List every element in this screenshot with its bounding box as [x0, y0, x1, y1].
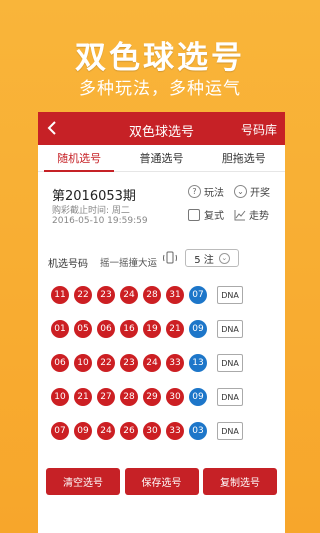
red-ball: 31 [166, 286, 184, 304]
dna-button[interactable]: DNA [217, 422, 243, 440]
app-screen: 双色球选号 号码库 随机选号 普通选号 胆拖选号 第2016053期 购彩截止时… [38, 112, 285, 533]
tab-banker-pick[interactable]: 胆拖选号 [203, 145, 285, 171]
question-icon: ? [188, 185, 201, 198]
red-ball: 22 [97, 354, 115, 372]
chevron-down-icon: ⌄ [218, 252, 230, 264]
deadline-time: 2016-05-10 19:59:59 [52, 216, 148, 226]
bet-count-select[interactable]: 5 注 ⌄ [185, 249, 239, 267]
results-label: 开奖 [250, 188, 270, 199]
red-ball: 33 [166, 354, 184, 372]
draw-info: 第2016053期 购彩截止时间: 周二 2016-05-10 19:59:59… [38, 172, 285, 236]
red-ball: 28 [120, 388, 138, 406]
red-ball: 16 [120, 320, 138, 338]
shake-phone-icon[interactable] [162, 250, 178, 266]
chevron-down-icon: ⌄ [234, 185, 247, 198]
red-ball: 30 [166, 388, 184, 406]
tab-normal-pick[interactable]: 普通选号 [120, 145, 202, 171]
red-ball: 10 [74, 354, 92, 372]
dna-button[interactable]: DNA [217, 388, 243, 406]
red-ball: 30 [143, 422, 161, 440]
red-ball: 07 [51, 422, 69, 440]
clear-picks-button[interactable]: 清空选号 [46, 468, 120, 495]
red-ball: 21 [74, 388, 92, 406]
title-bar: 双色球选号 号码库 [38, 112, 285, 145]
machine-pick-label: 机选号码 [48, 259, 88, 270]
dna-button[interactable]: DNA [217, 354, 243, 372]
red-ball: 10 [51, 388, 69, 406]
multiple-label: 复式 [204, 211, 224, 222]
red-ball: 27 [97, 388, 115, 406]
shake-hint: 摇一摇撞大运 [100, 258, 158, 269]
rules-option[interactable]: ? 玩法 [188, 184, 224, 199]
tab-bar: 随机选号 普通选号 胆拖选号 [38, 145, 285, 172]
red-ball: 24 [97, 422, 115, 440]
trend-label: 走势 [249, 211, 269, 222]
pick-row: 11 22 23 24 28 31 07 DNA [38, 278, 285, 312]
issue-number: 第2016053期 [52, 189, 136, 204]
red-ball: 06 [97, 320, 115, 338]
checkbox-icon [188, 208, 200, 221]
pick-row: 10 21 27 28 29 30 09 DNA [38, 380, 285, 414]
red-ball: 22 [74, 286, 92, 304]
red-ball: 33 [166, 422, 184, 440]
red-ball: 19 [143, 320, 161, 338]
red-ball: 24 [120, 286, 138, 304]
red-ball: 23 [97, 286, 115, 304]
multiple-checkbox[interactable]: 复式 [188, 207, 224, 222]
red-ball: 24 [143, 354, 161, 372]
trend-chart-icon [234, 209, 246, 220]
copy-picks-button[interactable]: 复制选号 [203, 468, 277, 495]
red-ball: 09 [74, 422, 92, 440]
blue-ball: 09 [189, 320, 207, 338]
save-picks-button[interactable]: 保存选号 [124, 468, 199, 495]
red-ball: 23 [120, 354, 138, 372]
pick-row: 07 09 24 26 30 33 03 DNA [38, 414, 285, 448]
blue-ball: 03 [189, 422, 207, 440]
bet-count-value: 5 注 [194, 254, 214, 266]
blue-ball: 09 [189, 388, 207, 406]
red-ball: 26 [120, 422, 138, 440]
pick-row: 01 05 06 16 19 21 09 DNA [38, 312, 285, 346]
red-ball: 21 [166, 320, 184, 338]
tab-random-pick[interactable]: 随机选号 [38, 145, 120, 172]
red-ball: 29 [143, 388, 161, 406]
number-library-link[interactable]: 号码库 [241, 121, 277, 138]
rules-label: 玩法 [204, 188, 224, 199]
pick-list: 11 22 23 24 28 31 07 DNA 01 05 06 16 19 … [38, 278, 285, 448]
red-ball: 05 [74, 320, 92, 338]
blue-ball: 13 [189, 354, 207, 372]
promo-title: 双色球选号 [75, 40, 245, 76]
dna-button[interactable]: DNA [217, 286, 243, 304]
pick-row: 06 10 22 23 24 33 13 DNA [38, 346, 285, 380]
trend-option[interactable]: 走势 [234, 207, 269, 222]
results-option[interactable]: ⌄ 开奖 [234, 184, 270, 199]
red-ball: 11 [51, 286, 69, 304]
red-ball: 06 [51, 354, 69, 372]
promo-subtitle: 多种玩法，多种运气 [79, 79, 241, 99]
red-ball: 28 [143, 286, 161, 304]
red-ball: 01 [51, 320, 69, 338]
action-buttons: 清空选号 保存选号 复制选号 [46, 468, 277, 495]
blue-ball: 07 [189, 286, 207, 304]
deadline-label: 购彩截止时间: 周二 [52, 206, 130, 216]
dna-button[interactable]: DNA [217, 320, 243, 338]
